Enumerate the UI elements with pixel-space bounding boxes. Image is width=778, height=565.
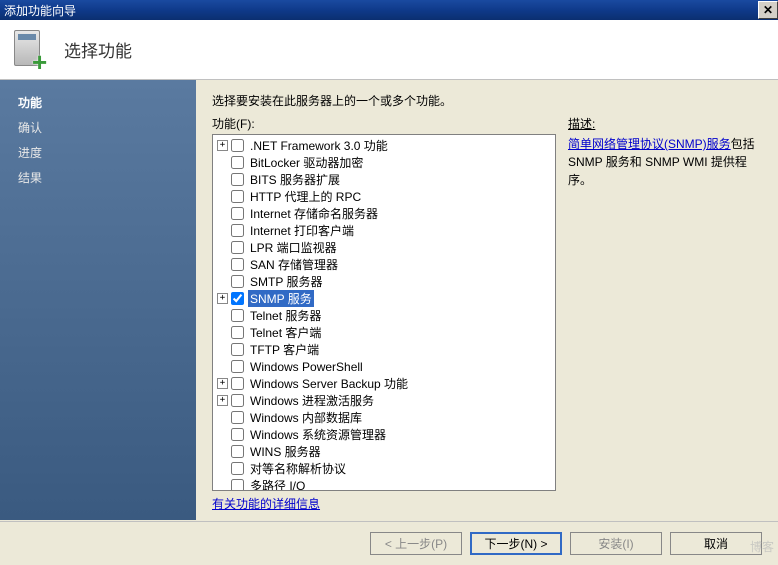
feature-label[interactable]: Telnet 服务器	[248, 307, 323, 324]
header-band: + 选择功能	[0, 20, 778, 80]
feature-label[interactable]: 对等名称解析协议	[248, 460, 348, 477]
feature-checkbox[interactable]	[231, 428, 244, 441]
tree-item[interactable]: HTTP 代理上的 RPC	[213, 188, 555, 205]
window-title: 添加功能向导	[4, 2, 76, 19]
feature-label[interactable]: 多路径 I/O	[248, 477, 307, 491]
install-button[interactable]: 安装(I)	[570, 532, 662, 555]
cancel-button[interactable]: 取消	[670, 532, 762, 555]
wizard-icon: +	[8, 28, 52, 72]
feature-checkbox[interactable]	[231, 394, 244, 407]
description-heading: 描述:	[568, 115, 768, 133]
expand-icon[interactable]: +	[217, 395, 228, 406]
tree-item[interactable]: + Windows 进程激活服务	[213, 392, 555, 409]
tree-item[interactable]: + .NET Framework 3.0 功能	[213, 137, 555, 154]
feature-checkbox[interactable]	[231, 275, 244, 288]
feature-label[interactable]: TFTP 客户端	[248, 341, 321, 358]
instruction-text: 选择要安装在此服务器上的一个或多个功能。	[212, 92, 768, 109]
sidebar: 功能确认进度结果	[0, 80, 196, 520]
sidebar-item[interactable]: 进度	[0, 140, 196, 165]
tree-item[interactable]: + Windows Server Backup 功能	[213, 375, 555, 392]
tree-item[interactable]: Windows PowerShell	[213, 358, 555, 375]
feature-checkbox[interactable]	[231, 462, 244, 475]
expand-icon[interactable]: +	[217, 378, 228, 389]
feature-checkbox[interactable]	[231, 292, 244, 305]
sidebar-item[interactable]: 结果	[0, 165, 196, 190]
expand-icon[interactable]: +	[217, 140, 228, 151]
tree-item[interactable]: 对等名称解析协议	[213, 460, 555, 477]
feature-checkbox[interactable]	[231, 156, 244, 169]
feature-label[interactable]: Windows PowerShell	[248, 360, 365, 374]
feature-checkbox[interactable]	[231, 343, 244, 356]
tree-item[interactable]: Windows 系统资源管理器	[213, 426, 555, 443]
main-panel: 选择要安装在此服务器上的一个或多个功能。 功能(F): + .NET Framew…	[196, 80, 778, 520]
feature-label[interactable]: .NET Framework 3.0 功能	[248, 137, 390, 154]
description-panel: 描述: 简单网络管理协议(SNMP)服务包括 SNMP 服务和 SNMP WMI…	[568, 115, 768, 512]
tree-item[interactable]: 多路径 I/O	[213, 477, 555, 491]
feature-label[interactable]: HTTP 代理上的 RPC	[248, 188, 363, 205]
feature-checkbox[interactable]	[231, 377, 244, 390]
feature-checkbox[interactable]	[231, 139, 244, 152]
feature-label[interactable]: WINS 服务器	[248, 443, 323, 460]
feature-label[interactable]: LPR 端口监视器	[248, 239, 339, 256]
feature-checkbox[interactable]	[231, 190, 244, 203]
feature-label[interactable]: Windows 进程激活服务	[248, 392, 376, 409]
feature-label[interactable]: Windows 内部数据库	[248, 409, 364, 426]
feature-checkbox[interactable]	[231, 360, 244, 373]
more-info-link[interactable]: 有关功能的详细信息	[212, 495, 556, 512]
title-bar: 添加功能向导 ✕	[0, 0, 778, 20]
sidebar-item[interactable]: 功能	[0, 90, 196, 115]
tree-item[interactable]: Windows 内部数据库	[213, 409, 555, 426]
features-tree[interactable]: + .NET Framework 3.0 功能BitLocker 驱动器加密BIT…	[212, 134, 556, 491]
feature-label[interactable]: Windows 系统资源管理器	[248, 426, 388, 443]
expand-icon[interactable]: +	[217, 293, 228, 304]
feature-label[interactable]: BITS 服务器扩展	[248, 171, 342, 188]
tree-item[interactable]: Internet 打印客户端	[213, 222, 555, 239]
description-text: 简单网络管理协议(SNMP)服务包括 SNMP 服务和 SNMP WMI 提供程…	[568, 135, 768, 189]
feature-checkbox[interactable]	[231, 173, 244, 186]
description-link[interactable]: 简单网络管理协议(SNMP)服务	[568, 137, 731, 151]
tree-item[interactable]: Internet 存储命名服务器	[213, 205, 555, 222]
feature-checkbox[interactable]	[231, 479, 244, 491]
feature-label[interactable]: SMTP 服务器	[248, 273, 324, 290]
prev-button[interactable]: < 上一步(P)	[370, 532, 462, 555]
feature-checkbox[interactable]	[231, 326, 244, 339]
body-area: 功能确认进度结果 选择要安装在此服务器上的一个或多个功能。 功能(F): + .N…	[0, 80, 778, 520]
feature-label[interactable]: SNMP 服务	[248, 290, 314, 307]
footer: < 上一步(P) 下一步(N) > 安装(I) 取消	[0, 521, 778, 565]
feature-label[interactable]: Internet 存储命名服务器	[248, 205, 380, 222]
next-button[interactable]: 下一步(N) >	[470, 532, 562, 555]
tree-item[interactable]: BITS 服务器扩展	[213, 171, 555, 188]
feature-checkbox[interactable]	[231, 224, 244, 237]
tree-item[interactable]: SMTP 服务器	[213, 273, 555, 290]
features-label: 功能(F):	[212, 115, 556, 132]
page-title: 选择功能	[64, 37, 132, 62]
tree-item[interactable]: LPR 端口监视器	[213, 239, 555, 256]
feature-label[interactable]: Telnet 客户端	[248, 324, 323, 341]
feature-checkbox[interactable]	[231, 445, 244, 458]
sidebar-item[interactable]: 确认	[0, 115, 196, 140]
feature-checkbox[interactable]	[231, 241, 244, 254]
tree-item[interactable]: Telnet 服务器	[213, 307, 555, 324]
feature-label[interactable]: Windows Server Backup 功能	[248, 375, 410, 392]
tree-item[interactable]: WINS 服务器	[213, 443, 555, 460]
feature-checkbox[interactable]	[231, 258, 244, 271]
tree-item[interactable]: TFTP 客户端	[213, 341, 555, 358]
feature-label[interactable]: BitLocker 驱动器加密	[248, 154, 365, 171]
close-button[interactable]: ✕	[758, 1, 778, 19]
tree-item[interactable]: SAN 存储管理器	[213, 256, 555, 273]
feature-checkbox[interactable]	[231, 411, 244, 424]
feature-label[interactable]: SAN 存储管理器	[248, 256, 340, 273]
tree-item[interactable]: BitLocker 驱动器加密	[213, 154, 555, 171]
tree-item[interactable]: Telnet 客户端	[213, 324, 555, 341]
feature-checkbox[interactable]	[231, 207, 244, 220]
feature-label[interactable]: Internet 打印客户端	[248, 222, 356, 239]
feature-checkbox[interactable]	[231, 309, 244, 322]
tree-item[interactable]: + SNMP 服务	[213, 290, 555, 307]
